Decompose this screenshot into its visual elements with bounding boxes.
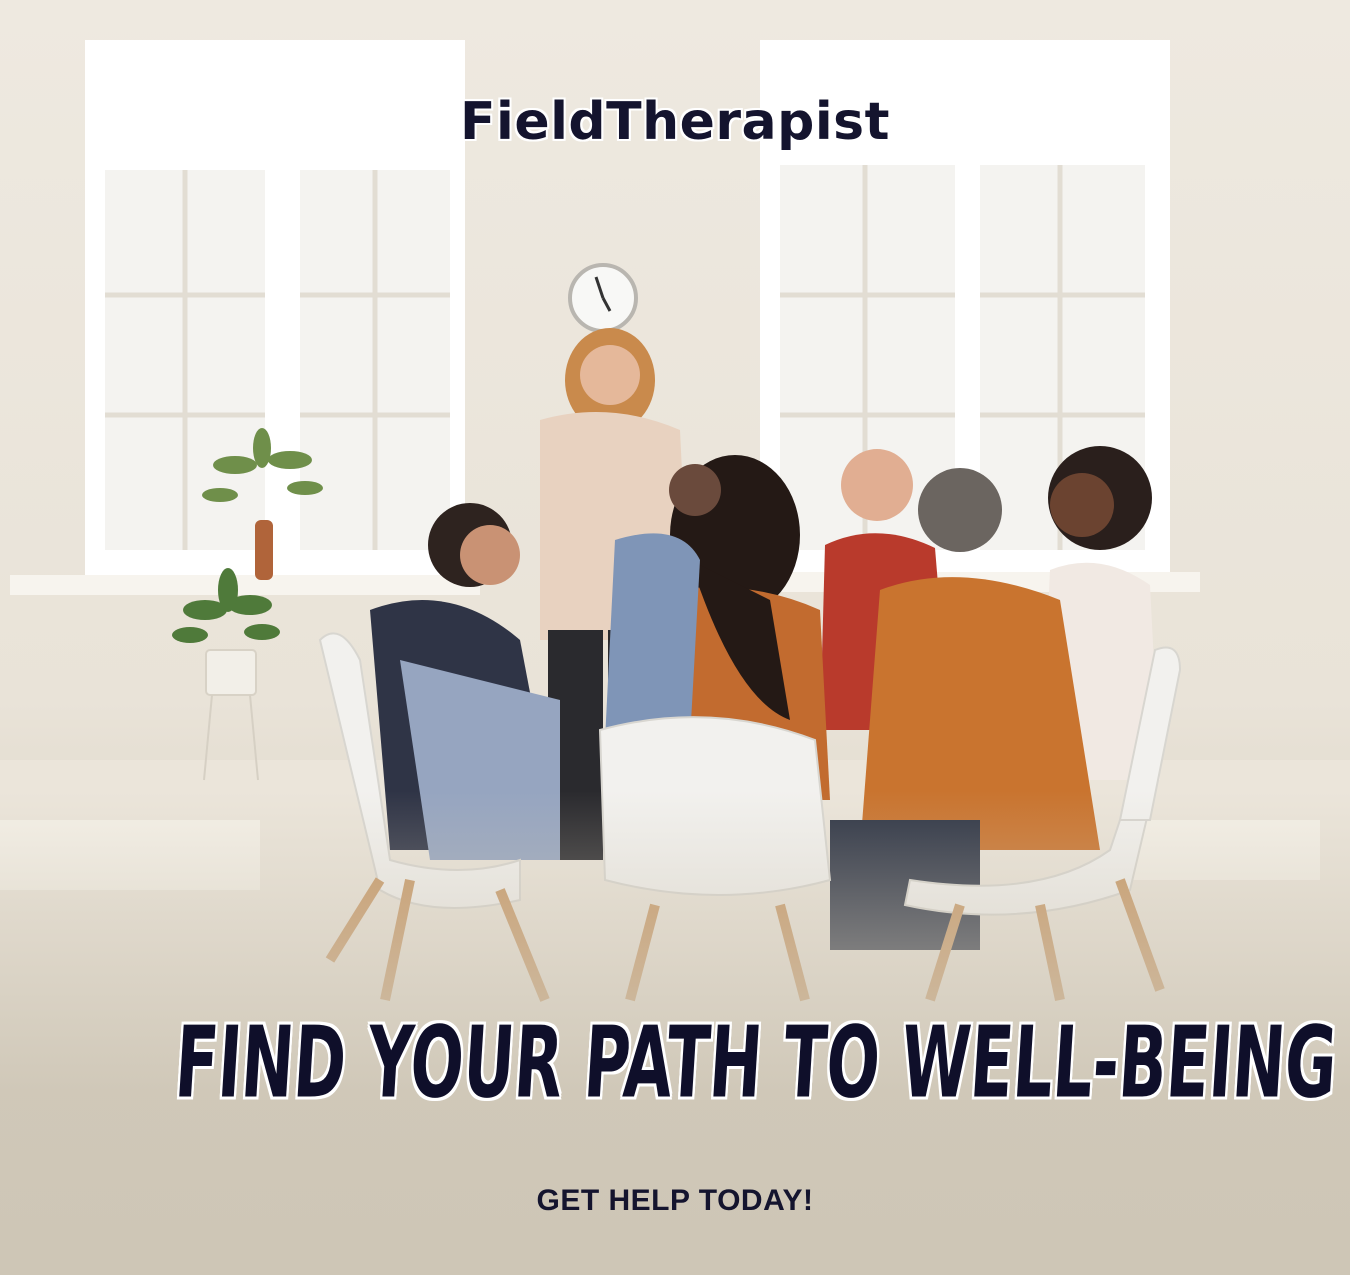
poster: FieldTherapist FIND YOUR PATH TO WELL-BE…: [0, 0, 1350, 1275]
brand-logo-text: FieldTherapist: [459, 92, 890, 152]
cta-text: GET HELP TODAY!: [536, 1184, 814, 1217]
headline: FIND YOUR PATH TO WELL-BEING: [172, 1006, 1340, 1121]
wall-clock-icon: [568, 263, 638, 333]
